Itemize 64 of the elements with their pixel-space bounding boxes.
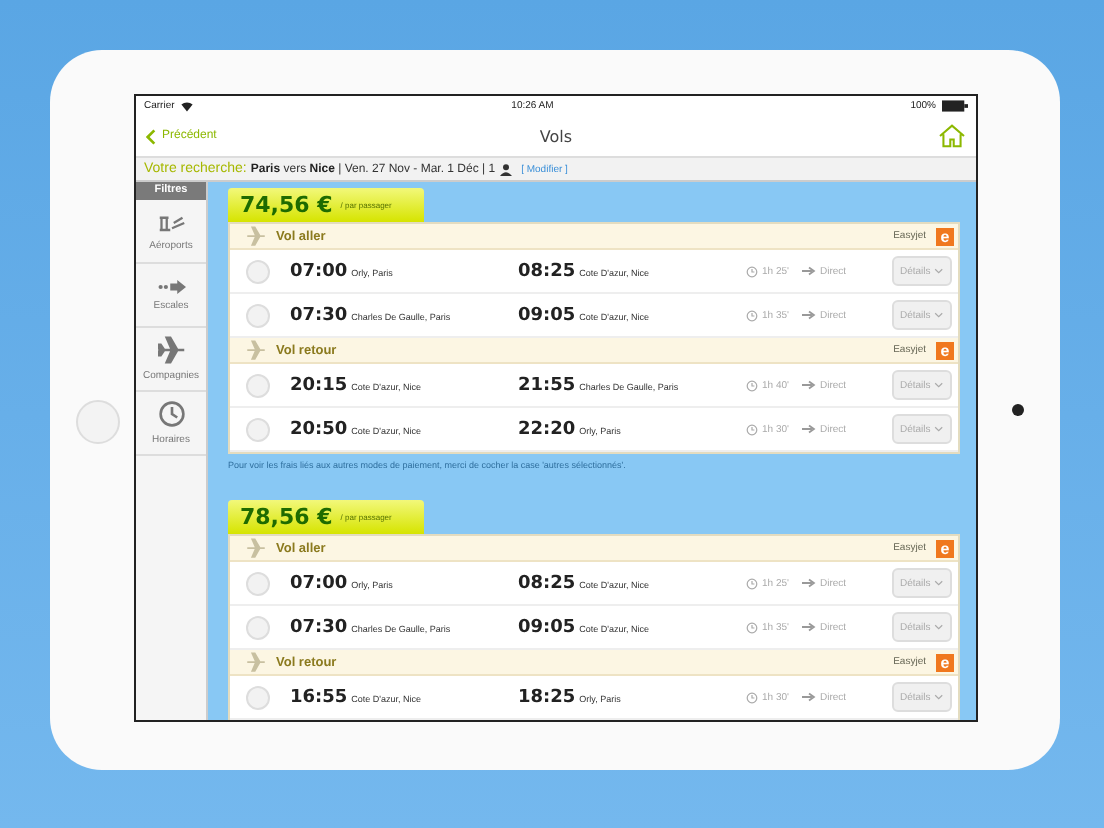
- radio-button[interactable]: [246, 259, 270, 283]
- wifi-icon: [180, 100, 195, 112]
- person-icon: [499, 163, 512, 175]
- clock-icon: [746, 691, 758, 703]
- clock-icon: [746, 621, 758, 633]
- departure-time: 07:30: [290, 617, 348, 637]
- departure-time: 07:00: [290, 573, 348, 593]
- airline-logo: e: [936, 539, 954, 557]
- arrival-time: 18:25: [518, 687, 576, 707]
- clock-icon: [746, 577, 758, 589]
- arrival-time: 08:25: [518, 261, 576, 281]
- departure-time: 20:15: [290, 375, 348, 395]
- clock-icon: [746, 423, 758, 435]
- chevron-down-icon: [934, 268, 944, 274]
- departure-time: 20:50: [290, 419, 348, 439]
- clock-icon: [746, 379, 758, 391]
- arrival-time: 09:05: [518, 617, 576, 637]
- arrival-time: 21:55: [518, 375, 576, 395]
- radio-button[interactable]: [246, 615, 270, 639]
- arrival-time: 22:20: [518, 419, 576, 439]
- clock-icon: [746, 265, 758, 277]
- arrow-right-icon: [802, 622, 816, 632]
- arrow-right-icon: [802, 266, 816, 276]
- departure-time: 07:00: [290, 261, 348, 281]
- arrow-right-icon: [802, 310, 816, 320]
- clock-icon: [157, 400, 185, 428]
- airplane-icon: [157, 336, 185, 364]
- airplane-icon: [246, 652, 266, 672]
- airline-logo: e: [936, 653, 954, 671]
- chevron-down-icon: [934, 382, 944, 388]
- radio-button[interactable]: [246, 685, 270, 709]
- radio-button[interactable]: [246, 571, 270, 595]
- chevron-down-icon: [934, 426, 944, 432]
- departures-icon: [157, 211, 185, 233]
- battery-icon: [942, 100, 968, 112]
- arrow-right-icon: [802, 692, 816, 702]
- arrival-time: 08:25: [518, 573, 576, 593]
- chevron-left-icon: [146, 127, 156, 145]
- airplane-icon: [246, 538, 266, 558]
- departure-time: 16:55: [290, 687, 348, 707]
- price-label: 74,56 €: [240, 192, 333, 218]
- airline-logo: e: [936, 227, 954, 245]
- chevron-down-icon: [934, 312, 944, 318]
- home-icon[interactable]: [938, 124, 966, 148]
- price-label: 78,56 €: [240, 504, 333, 530]
- dots-arrow-icon: [157, 279, 185, 293]
- airplane-icon: [246, 226, 266, 246]
- chevron-down-icon: [934, 580, 944, 586]
- chevron-down-icon: [934, 694, 944, 700]
- chevron-down-icon: [934, 624, 944, 630]
- radio-button[interactable]: [246, 417, 270, 441]
- screen-title: Vols: [537, 127, 575, 145]
- arrow-right-icon: [802, 380, 816, 390]
- radio-button[interactable]: [246, 373, 270, 397]
- airplane-icon: [246, 340, 266, 360]
- departure-time: 07:30: [290, 305, 348, 325]
- airline-logo: e: [936, 341, 954, 359]
- arrival-time: 09:05: [518, 305, 576, 325]
- radio-button[interactable]: [246, 303, 270, 327]
- arrow-right-icon: [802, 578, 816, 588]
- camera-dot: [1012, 404, 1024, 416]
- clock-icon: [746, 309, 758, 321]
- home-button[interactable]: [75, 400, 119, 444]
- arrow-right-icon: [802, 424, 816, 434]
